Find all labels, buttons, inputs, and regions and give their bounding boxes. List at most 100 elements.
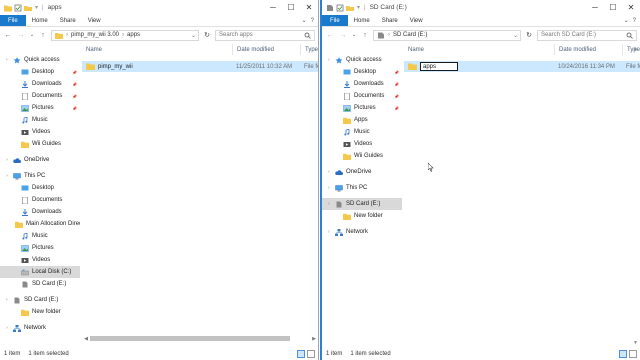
new-folder-icon[interactable] bbox=[346, 4, 354, 12]
sidebar-item[interactable]: Wii Guides bbox=[0, 138, 80, 150]
column-name[interactable]: Name bbox=[404, 44, 554, 55]
up-arrow-icon[interactable]: ↑ bbox=[38, 30, 48, 41]
sidebar-item[interactable]: Pictures 📌 bbox=[322, 102, 402, 114]
recent-locations-icon[interactable]: ⌄ bbox=[351, 30, 357, 41]
sidebar-item[interactable]: Documents bbox=[0, 194, 80, 206]
sidebar-item[interactable]: Desktop 📌 bbox=[0, 66, 80, 78]
recent-locations-icon[interactable]: ⌄ bbox=[29, 30, 35, 41]
maximize-icon[interactable]: ☐ bbox=[282, 0, 300, 15]
new-folder-icon[interactable] bbox=[24, 4, 32, 12]
sidebar-item[interactable]: › This PC bbox=[0, 170, 80, 182]
sidebar-item[interactable]: New folder bbox=[0, 306, 80, 318]
details-view-icon[interactable] bbox=[619, 350, 627, 358]
refresh-icon[interactable]: ↻ bbox=[202, 30, 212, 41]
expand-chevron-icon[interactable]: › bbox=[6, 57, 12, 63]
expand-chevron-icon[interactable]: › bbox=[6, 173, 12, 179]
file-list[interactable]: Name Date modified Type apps 10/24/2016 … bbox=[404, 44, 640, 348]
rename-input[interactable]: apps bbox=[420, 62, 458, 71]
up-arrow-icon[interactable]: ↑ bbox=[360, 30, 370, 41]
pin-icon[interactable]: 📌 bbox=[394, 106, 399, 111]
properties-icon[interactable] bbox=[336, 4, 344, 12]
close-icon[interactable]: ✕ bbox=[300, 0, 318, 15]
forward-arrow-icon[interactable]: → bbox=[338, 30, 348, 41]
sidebar-item[interactable]: Videos bbox=[0, 126, 80, 138]
pin-icon[interactable]: 📌 bbox=[72, 106, 77, 111]
tab-view[interactable]: View bbox=[82, 15, 107, 26]
minimize-icon[interactable]: ─ bbox=[586, 0, 604, 15]
sidebar-item[interactable]: Documents 📌 bbox=[0, 90, 80, 102]
file-row[interactable]: apps 10/24/2016 11:34 PM File fo bbox=[404, 61, 640, 72]
column-date-modified[interactable]: Date modified bbox=[232, 44, 300, 55]
file-list[interactable]: Name Date modified Type pimp_my_wii 11/2… bbox=[82, 44, 318, 348]
address-dropdown-icon[interactable]: ⌄ bbox=[191, 32, 198, 39]
maximize-icon[interactable]: ☐ bbox=[604, 0, 622, 15]
sidebar-item[interactable]: › SD Card (E:) bbox=[0, 294, 80, 306]
sidebar-item[interactable]: Music bbox=[0, 230, 80, 242]
scroll-down-icon[interactable]: ▼ bbox=[633, 340, 638, 346]
pin-icon[interactable]: 📌 bbox=[394, 94, 399, 99]
address-dropdown-icon[interactable]: ⌄ bbox=[513, 32, 520, 39]
sidebar-item[interactable]: › SD Card (E:) bbox=[322, 198, 402, 210]
tab-share[interactable]: Share bbox=[54, 15, 82, 26]
minimize-icon[interactable]: ─ bbox=[264, 0, 282, 15]
breadcrumb-chevron-icon[interactable]: › bbox=[122, 32, 124, 38]
large-icons-view-icon[interactable] bbox=[307, 350, 315, 358]
sidebar-item[interactable]: › Quick access bbox=[0, 54, 80, 66]
breadcrumb-chevron-icon[interactable]: › bbox=[66, 32, 68, 38]
expand-chevron-icon[interactable]: › bbox=[328, 201, 334, 207]
sidebar-item[interactable]: › OneDrive bbox=[322, 166, 402, 178]
expand-ribbon-icon[interactable]: ⌄ bbox=[624, 17, 629, 24]
expand-chevron-icon[interactable]: › bbox=[328, 185, 334, 191]
sidebar-item[interactable]: Music bbox=[322, 126, 402, 138]
sidebar-item[interactable]: Music bbox=[0, 114, 80, 126]
sidebar-item[interactable]: Videos bbox=[0, 254, 80, 266]
tab-file[interactable]: File bbox=[0, 15, 26, 26]
pin-icon[interactable]: 📌 bbox=[394, 70, 399, 75]
pane-splitter[interactable] bbox=[80, 44, 81, 348]
file-row[interactable]: pimp_my_wii 11/25/2011 10:32 AM File fo bbox=[82, 61, 318, 72]
sidebar-item[interactable]: Downloads bbox=[0, 206, 80, 218]
close-icon[interactable]: ✕ bbox=[622, 0, 640, 15]
expand-chevron-icon[interactable]: › bbox=[328, 169, 334, 175]
tab-home[interactable]: Home bbox=[348, 15, 376, 26]
sidebar-item[interactable]: Local Disk (C:) bbox=[0, 266, 80, 278]
sidebar-item[interactable]: Videos bbox=[322, 138, 402, 150]
expand-chevron-icon[interactable]: › bbox=[6, 325, 12, 331]
sidebar-item[interactable]: Desktop bbox=[0, 182, 80, 194]
pin-icon[interactable]: 📌 bbox=[72, 94, 77, 99]
sidebar-item[interactable]: Documents 📌 bbox=[322, 90, 402, 102]
sidebar-item[interactable]: Wii Guides bbox=[322, 150, 402, 162]
pin-icon[interactable]: 📌 bbox=[72, 70, 77, 75]
search-input[interactable]: Search SD Card (E:) bbox=[537, 29, 637, 41]
breadcrumb-chevron-icon[interactable]: › bbox=[388, 32, 390, 38]
pin-icon[interactable]: 📌 bbox=[72, 82, 77, 87]
search-input[interactable]: Search apps bbox=[215, 29, 315, 41]
column-type[interactable]: Type bbox=[300, 44, 318, 55]
sidebar-item[interactable]: Apps bbox=[322, 114, 402, 126]
horizontal-scrollbar[interactable]: ◀ ▶ bbox=[82, 335, 318, 342]
breadcrumb-item[interactable]: apps bbox=[127, 32, 140, 38]
sidebar-item[interactable]: Desktop 📌 bbox=[322, 66, 402, 78]
scroll-up-icon[interactable]: ▲ bbox=[633, 46, 638, 52]
properties-icon[interactable] bbox=[14, 4, 22, 12]
back-arrow-icon[interactable]: ← bbox=[3, 30, 13, 41]
column-date-modified[interactable]: Date modified bbox=[554, 44, 622, 55]
sidebar-item[interactable]: › This PC bbox=[322, 182, 402, 194]
large-icons-view-icon[interactable] bbox=[629, 350, 637, 358]
pane-splitter[interactable] bbox=[402, 44, 403, 348]
breadcrumb-item[interactable]: pimp_my_wii 3.00 bbox=[71, 32, 119, 38]
scroll-right-icon[interactable]: ▶ bbox=[310, 336, 318, 342]
forward-arrow-icon[interactable]: → bbox=[16, 30, 26, 41]
scroll-left-icon[interactable]: ◀ bbox=[82, 336, 90, 342]
sidebar-item[interactable]: Downloads 📌 bbox=[0, 78, 80, 90]
sidebar-item[interactable]: SD Card (E:) bbox=[0, 278, 80, 290]
tab-file[interactable]: File bbox=[322, 15, 348, 26]
qa-dropdown-icon[interactable]: ▾ bbox=[357, 4, 360, 11]
sidebar-item[interactable]: › OneDrive bbox=[0, 154, 80, 166]
pin-icon[interactable]: 📌 bbox=[394, 82, 399, 87]
expand-chevron-icon[interactable]: › bbox=[328, 57, 334, 63]
address-bar[interactable]: › pimp_my_wii 3.00 › apps ⌄ bbox=[51, 29, 199, 41]
sidebar-item[interactable]: Pictures bbox=[0, 242, 80, 254]
sidebar-item[interactable]: › Network bbox=[322, 226, 402, 238]
navigation-pane[interactable]: › Quick access Desktop 📌 Downloads 📌 Documents… bbox=[0, 44, 80, 348]
